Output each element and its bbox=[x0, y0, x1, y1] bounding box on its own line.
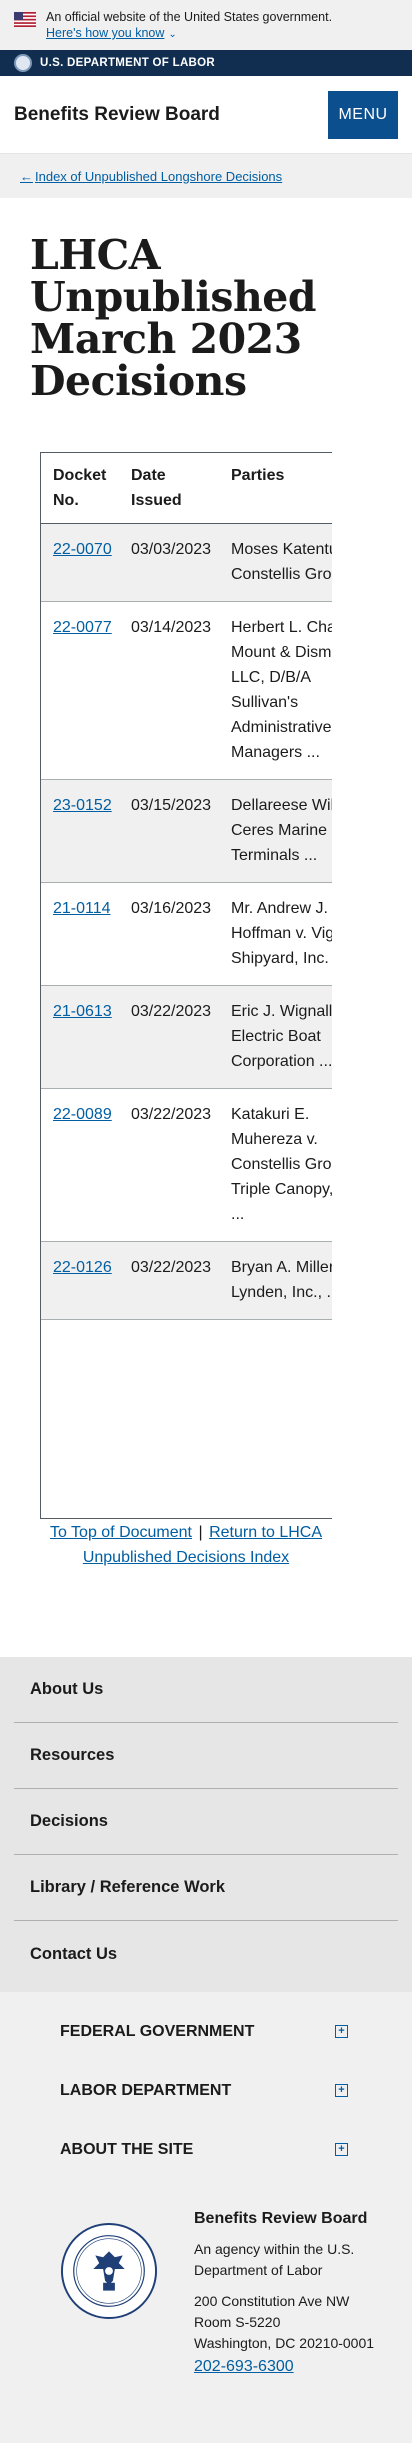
plus-icon: + bbox=[335, 2084, 348, 2097]
footer-agency: An agency within the U.S. Department of … bbox=[194, 2241, 355, 2278]
page-links: To Top of Document | Return to LHCA Unpu… bbox=[40, 1520, 332, 1570]
footer-org-title: Benefits Review Board bbox=[194, 2210, 368, 2227]
date-cell: 03/22/2023 bbox=[119, 1241, 219, 1320]
table-row: 22-0126 03/22/2023 Bryan A. Miller v. Ly… bbox=[41, 1241, 332, 1320]
dol-bar-text[interactable]: U.S. DEPARTMENT OF LABOR bbox=[40, 57, 215, 69]
docket-link[interactable]: 22-0126 bbox=[53, 1259, 112, 1276]
table-row: 22-0089 03/22/2023 Katakuri E. Muhereza … bbox=[41, 1088, 332, 1242]
docket-link[interactable]: 21-0613 bbox=[53, 1003, 112, 1020]
accordion-label: FEDERAL GOVERNMENT bbox=[60, 2022, 255, 2040]
heres-how-you-know-label: Here's how you know bbox=[46, 26, 165, 40]
footer-phone-link[interactable]: 202-693-6300 bbox=[194, 2356, 404, 2377]
date-cell: 03/03/2023 bbox=[119, 523, 219, 602]
parties-cell: Katakuri E. Muhereza v. Constellis Group… bbox=[219, 1088, 332, 1242]
parties-cell: Dellareese Wilson v. Ceres Marine Termin… bbox=[219, 779, 332, 883]
dol-seal-large-icon bbox=[60, 2222, 158, 2320]
date-cell: 03/14/2023 bbox=[119, 601, 219, 780]
footer-nav-resources[interactable]: Resources bbox=[14, 1723, 398, 1789]
dol-seal-icon bbox=[14, 54, 32, 72]
chevron-down-icon: ⌄ bbox=[168, 29, 177, 40]
breadcrumb-label: Index of Unpublished Longshore Decisions bbox=[35, 168, 283, 184]
docket-link[interactable]: 22-0089 bbox=[53, 1106, 112, 1123]
parties-cell: Eric J. Wignall v. Electric Boat Corpora… bbox=[219, 985, 332, 1089]
accordion-federal-government[interactable]: FEDERAL GOVERNMENT + bbox=[0, 2002, 412, 2061]
footer-nav-decisions[interactable]: Decisions bbox=[14, 1789, 398, 1855]
gov-banner-text: An official website of the United States… bbox=[46, 10, 333, 24]
breadcrumb-link[interactable]: ← Index of Unpublished Longshore Decision… bbox=[20, 169, 282, 184]
date-cell: 03/15/2023 bbox=[119, 779, 219, 883]
date-cell: 03/22/2023 bbox=[119, 1088, 219, 1242]
docket-link[interactable]: 23-0152 bbox=[53, 797, 112, 814]
gov-banner: An official website of the United States… bbox=[0, 0, 412, 50]
table-row: 21-0613 03/22/2023 Eric J. Wignall v. El… bbox=[41, 985, 332, 1089]
date-cell: 03/22/2023 bbox=[119, 985, 219, 1089]
table-row: 21-0114 03/16/2023 Mr. Andrew J. Hoffman… bbox=[41, 882, 332, 986]
column-header-parties: Parties bbox=[219, 453, 332, 524]
accordion-labor-department[interactable]: LABOR DEPARTMENT + bbox=[0, 2061, 412, 2120]
table-row: 23-0152 03/15/2023 Dellareese Wilson v. … bbox=[41, 779, 332, 883]
link-separator: | bbox=[198, 1524, 203, 1541]
column-header-date: Date Issued bbox=[119, 453, 219, 524]
heres-how-you-know-link[interactable]: Here's how you know ⌄ bbox=[46, 26, 177, 40]
top-of-document-link[interactable]: To Top of Document bbox=[50, 1524, 192, 1541]
plus-icon: + bbox=[335, 2025, 348, 2038]
column-header-docket: Docket No. bbox=[41, 453, 119, 524]
date-cell: 03/16/2023 bbox=[119, 882, 219, 986]
us-flag-icon bbox=[14, 12, 36, 27]
docket-link[interactable]: 22-0077 bbox=[53, 619, 112, 636]
parties-cell: Mr. Andrew J. Hoffman v. Vigor Shipyard,… bbox=[219, 882, 332, 986]
footer-contact-block: Benefits Review Board An agency within t… bbox=[194, 2208, 404, 2377]
footer-nav-library[interactable]: Library / Reference Work bbox=[14, 1855, 398, 1921]
docket-link[interactable]: 22-0070 bbox=[53, 541, 112, 558]
menu-button[interactable]: MENU bbox=[328, 90, 398, 139]
footer-nav: About Us Resources Decisions Library / R… bbox=[0, 1657, 412, 1992]
parties-cell: Moses Katenture v. Constellis Group ... bbox=[219, 523, 332, 602]
arrow-left-icon: ← bbox=[20, 168, 33, 184]
parties-cell: Herbert L. Chaplin v. Mount & Dismount, … bbox=[219, 601, 332, 780]
footer-address-line: Washington, DC 20210-0001 bbox=[194, 2335, 375, 2351]
accordion-label: LABOR DEPARTMENT bbox=[60, 2081, 232, 2099]
plus-icon: + bbox=[335, 2143, 348, 2156]
footer-address-line: 200 Constitution Ave NW bbox=[194, 2293, 350, 2309]
breadcrumb: ← Index of Unpublished Longshore Decision… bbox=[0, 154, 412, 198]
decisions-table-container[interactable]: Docket No. Date Issued Parties 22-0070 0… bbox=[40, 452, 332, 1519]
decisions-table: Docket No. Date Issued Parties 22-0070 0… bbox=[41, 453, 332, 1320]
footer-nav-about-us[interactable]: About Us bbox=[14, 1657, 398, 1723]
site-header: Benefits Review Board MENU bbox=[0, 76, 412, 154]
accordion-label: ABOUT THE SITE bbox=[60, 2140, 194, 2158]
table-header-row: Docket No. Date Issued Parties bbox=[41, 453, 332, 524]
docket-link[interactable]: 21-0114 bbox=[53, 900, 111, 917]
accordion-about-the-site[interactable]: ABOUT THE SITE + bbox=[0, 2120, 412, 2179]
footer-nav-contact-us[interactable]: Contact Us bbox=[14, 1921, 398, 1987]
table-row: 22-0070 03/03/2023 Moses Katenture v. Co… bbox=[41, 523, 332, 602]
page-title: LHCA Unpublished March 2023 Decisions bbox=[30, 231, 317, 405]
footer-address-line: Room S-5220 bbox=[194, 2314, 281, 2330]
gov-banner-text-block: An official website of the United States… bbox=[46, 9, 332, 43]
dol-bar: U.S. DEPARTMENT OF LABOR bbox=[0, 50, 412, 76]
parties-cell: Bryan A. Miller v. Lynden, Inc., ... bbox=[219, 1241, 332, 1320]
table-row: 22-0077 03/14/2023 Herbert L. Chaplin v.… bbox=[41, 601, 332, 780]
site-title[interactable]: Benefits Review Board bbox=[14, 104, 220, 126]
